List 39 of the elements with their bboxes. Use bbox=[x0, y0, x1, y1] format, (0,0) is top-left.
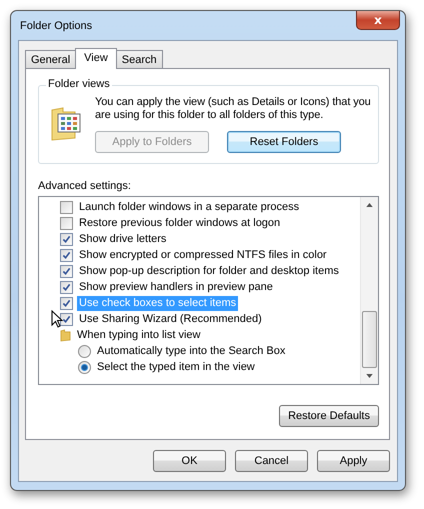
setting-label[interactable]: Show preview handlers in preview pane bbox=[77, 280, 275, 294]
description-text: You can apply the view (such as Details or Icons) that you are using for this folder to all folders of this type. bbox=[95, 96, 372, 122]
restore-defaults-button[interactable]: Restore Defaults bbox=[279, 405, 379, 427]
dialog-button[interactable]: Cancel bbox=[235, 450, 308, 472]
folder-icon bbox=[60, 328, 71, 342]
tab[interactable]: Search bbox=[116, 50, 163, 68]
scroll-thumb[interactable] bbox=[362, 311, 377, 368]
setting-label[interactable]: When typing into list view bbox=[75, 328, 202, 342]
radio-button[interactable] bbox=[78, 344, 91, 358]
setting-label[interactable]: Show encrypted or compressed NTFS files in color bbox=[77, 248, 329, 262]
setting-label[interactable]: Automatically type into the Search Box bbox=[95, 344, 288, 358]
scroll-up-icon[interactable] bbox=[366, 203, 373, 207]
checkbox[interactable] bbox=[60, 216, 73, 230]
cursor-icon bbox=[51, 310, 63, 329]
setting-label[interactable]: Use Sharing Wizard (Recommended) bbox=[77, 312, 264, 326]
checkbox[interactable] bbox=[60, 232, 73, 246]
folder-button[interactable]: Reset Folders bbox=[227, 131, 341, 153]
scrollbar[interactable] bbox=[360, 197, 378, 384]
checkbox[interactable] bbox=[60, 296, 73, 310]
scroll-down-icon[interactable] bbox=[366, 374, 373, 378]
section-label: Advanced settings: bbox=[38, 180, 132, 192]
checkbox[interactable] bbox=[60, 312, 73, 326]
dialog-button[interactable]: Apply bbox=[317, 450, 390, 472]
radio-button[interactable] bbox=[78, 360, 91, 374]
setting-label[interactable]: Show pop-up description for folder and desktop items bbox=[77, 264, 341, 278]
setting-label[interactable]: Restore previous folder windows at logon bbox=[77, 216, 282, 230]
checkbox[interactable] bbox=[60, 264, 73, 278]
setting-label[interactable]: Show drive letters bbox=[77, 232, 168, 246]
tab[interactable]: View bbox=[75, 48, 117, 69]
tab[interactable]: General bbox=[25, 50, 76, 68]
setting-label[interactable]: Launch folder windows in a separate process bbox=[77, 200, 302, 214]
group-title: Folder views bbox=[46, 78, 112, 90]
checkbox[interactable] bbox=[60, 280, 73, 294]
checkbox[interactable] bbox=[60, 200, 73, 214]
close-button[interactable]: x bbox=[356, 11, 400, 30]
window-title: Folder Options bbox=[20, 20, 92, 32]
checkbox[interactable] bbox=[60, 248, 73, 262]
setting-label[interactable]: Select the typed item in the view bbox=[95, 360, 257, 374]
dialog-button[interactable]: OK bbox=[153, 450, 226, 472]
